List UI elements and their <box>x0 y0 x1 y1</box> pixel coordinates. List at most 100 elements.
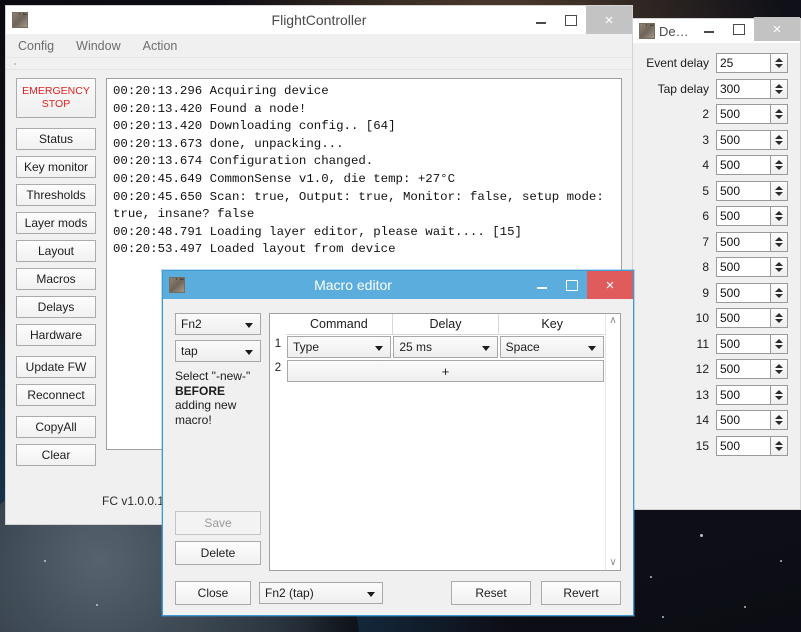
table-scrollbar[interactable]: ∧ ∨ <box>605 314 620 570</box>
spinner-buttons[interactable] <box>770 155 788 175</box>
sidebar-button-layer-mods[interactable]: Layer mods <box>16 212 96 234</box>
delay-value-input[interactable] <box>716 104 770 124</box>
spinner-buttons[interactable] <box>770 359 788 379</box>
delay-value-input[interactable] <box>716 206 770 226</box>
spinner-up-icon[interactable] <box>775 441 783 445</box>
spinner-buttons[interactable] <box>770 257 788 277</box>
save-button[interactable]: Save <box>175 511 261 535</box>
spinner-down-icon[interactable] <box>775 447 783 451</box>
delay-spinner[interactable] <box>716 257 788 277</box>
sidebar-button-delays[interactable]: Delays <box>16 296 96 318</box>
sidebar-button-hardware[interactable]: Hardware <box>16 324 96 346</box>
close-icon[interactable]: × <box>587 271 633 299</box>
spinner-buttons[interactable] <box>770 410 788 430</box>
delay-spinner[interactable] <box>716 359 788 379</box>
menu-item-action[interactable]: Action <box>143 39 178 53</box>
main-window-titlebar[interactable]: FlightController × <box>6 6 632 34</box>
sidebar-button-key-monitor[interactable]: Key monitor <box>16 156 96 178</box>
spinner-down-icon[interactable] <box>775 421 783 425</box>
delay-value-input[interactable] <box>716 385 770 405</box>
spinner-down-icon[interactable] <box>775 268 783 272</box>
spinner-buttons[interactable] <box>770 283 788 303</box>
spinner-up-icon[interactable] <box>775 237 783 241</box>
spinner-up-icon[interactable] <box>775 109 783 113</box>
delay-value-input[interactable] <box>716 130 770 150</box>
spinner-down-icon[interactable] <box>775 294 783 298</box>
delay-spinner[interactable] <box>716 232 788 252</box>
spinner-buttons[interactable] <box>770 181 788 201</box>
delay-spinner[interactable] <box>716 308 788 328</box>
spinner-up-icon[interactable] <box>775 313 783 317</box>
spinner-buttons[interactable] <box>770 385 788 405</box>
spinner-up-icon[interactable] <box>775 262 783 266</box>
step-key-dropdown[interactable]: Space <box>500 336 604 358</box>
delay-value-input[interactable] <box>716 53 770 73</box>
spinner-down-icon[interactable] <box>775 192 783 196</box>
scroll-up-icon[interactable]: ∧ <box>609 316 616 326</box>
sidebar-button-update-fw[interactable]: Update FW <box>16 356 96 378</box>
spinner-up-icon[interactable] <box>775 211 783 215</box>
delay-spinner[interactable] <box>716 155 788 175</box>
delay-value-input[interactable] <box>716 359 770 379</box>
spinner-buttons[interactable] <box>770 104 788 124</box>
emergency-stop-button[interactable]: EMERGENCY STOP <box>16 78 96 118</box>
delay-value-input[interactable] <box>716 410 770 430</box>
delay-spinner[interactable] <box>716 181 788 201</box>
step-delay-dropdown[interactable]: 25 ms <box>393 336 497 358</box>
delays-window-titlebar[interactable]: De… × <box>633 19 800 43</box>
sidebar-button-macros[interactable]: Macros <box>16 268 96 290</box>
sidebar-button-layout[interactable]: Layout <box>16 240 96 262</box>
spinner-up-icon[interactable] <box>775 186 783 190</box>
spinner-up-icon[interactable] <box>775 84 783 88</box>
delay-spinner[interactable] <box>716 104 788 124</box>
spinner-buttons[interactable] <box>770 436 788 456</box>
spinner-buttons[interactable] <box>770 130 788 150</box>
delete-button[interactable]: Delete <box>175 541 261 565</box>
delay-spinner[interactable] <box>716 206 788 226</box>
delay-value-input[interactable] <box>716 79 770 99</box>
menu-item-window[interactable]: Window <box>76 39 120 53</box>
sidebar-button-reconnect[interactable]: Reconnect <box>16 384 96 406</box>
add-step-button[interactable]: + <box>287 360 604 382</box>
delay-spinner[interactable] <box>716 283 788 303</box>
spinner-down-icon[interactable] <box>775 115 783 119</box>
spinner-down-icon[interactable] <box>775 319 783 323</box>
spinner-up-icon[interactable] <box>775 58 783 62</box>
sidebar-button-copyall[interactable]: CopyAll <box>16 416 96 438</box>
revert-button[interactable]: Revert <box>541 581 621 605</box>
delay-value-input[interactable] <box>716 181 770 201</box>
delay-value-input[interactable] <box>716 155 770 175</box>
spinner-down-icon[interactable] <box>775 396 783 400</box>
delay-spinner[interactable] <box>716 385 788 405</box>
delay-spinner[interactable] <box>716 410 788 430</box>
step-command-dropdown[interactable]: Type <box>287 336 391 358</box>
spinner-up-icon[interactable] <box>775 288 783 292</box>
maximize-icon[interactable] <box>556 6 586 34</box>
spinner-buttons[interactable] <box>770 53 788 73</box>
macro-select-dropdown[interactable]: Fn2 <box>175 313 261 335</box>
delay-spinner[interactable] <box>716 79 788 99</box>
spinner-up-icon[interactable] <box>775 160 783 164</box>
sidebar-button-status[interactable]: Status <box>16 128 96 150</box>
delay-value-input[interactable] <box>716 334 770 354</box>
minimize-icon[interactable] <box>694 17 724 41</box>
spinner-buttons[interactable] <box>770 308 788 328</box>
spinner-up-icon[interactable] <box>775 390 783 394</box>
spinner-up-icon[interactable] <box>775 364 783 368</box>
delay-spinner[interactable] <box>716 436 788 456</box>
close-icon[interactable]: × <box>754 17 800 41</box>
close-button[interactable]: Close <box>175 581 251 605</box>
scroll-down-icon[interactable]: ∨ <box>609 558 616 568</box>
delay-spinner[interactable] <box>716 53 788 73</box>
spinner-up-icon[interactable] <box>775 135 783 139</box>
spinner-buttons[interactable] <box>770 334 788 354</box>
footer-macro-dropdown[interactable]: Fn2 (tap) <box>259 582 383 604</box>
spinner-down-icon[interactable] <box>775 64 783 68</box>
macro-editor-titlebar[interactable]: Macro editor × <box>163 271 633 299</box>
delay-value-input[interactable] <box>716 257 770 277</box>
spinner-down-icon[interactable] <box>775 90 783 94</box>
delay-spinner[interactable] <box>716 334 788 354</box>
minimize-icon[interactable] <box>527 271 557 299</box>
spinner-up-icon[interactable] <box>775 339 783 343</box>
spinner-up-icon[interactable] <box>775 415 783 419</box>
